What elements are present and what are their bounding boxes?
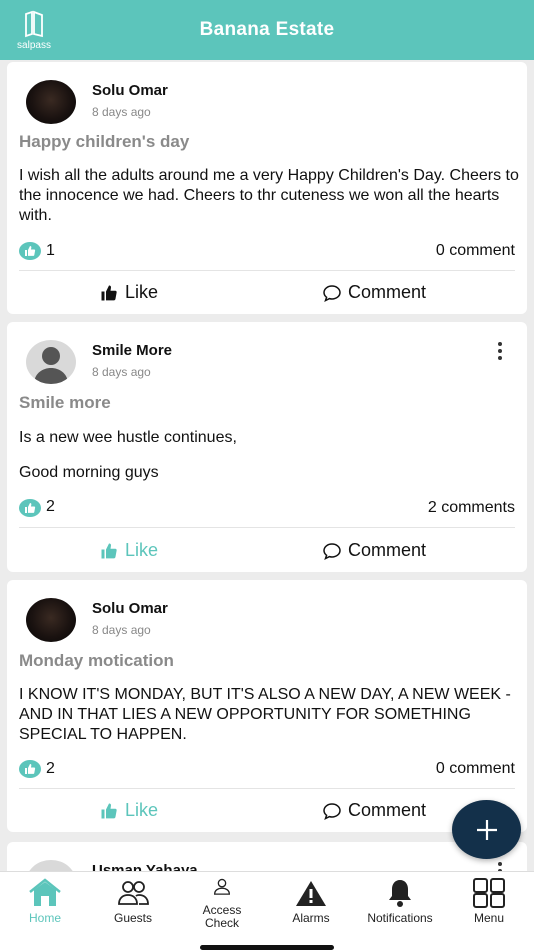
post-author[interactable]: Solu Omar [92, 82, 168, 99]
thumbs-up-icon [101, 285, 117, 300]
post-body: Is a new wee hustle continues, [19, 429, 237, 446]
post-author[interactable]: Usman Yahaya [92, 862, 198, 871]
like-label: Like [125, 800, 159, 820]
avatar[interactable] [26, 340, 76, 384]
post-card: Solu Omar 8 days ago Monday motication I… [7, 580, 527, 832]
tab-guests[interactable]: Guests [93, 878, 173, 925]
more-options-icon[interactable] [497, 342, 503, 360]
alarm-icon [296, 881, 326, 906]
post-title: Monday motication [19, 651, 174, 670]
post-author[interactable]: Smile More [92, 342, 172, 359]
bell-icon [389, 880, 411, 907]
divider [19, 527, 515, 528]
post-title: Smile more [19, 393, 111, 412]
menu-grid-icon [473, 878, 505, 908]
bottom-tab-bar: Home Guests Access Check Alarms Notifica… [0, 871, 534, 950]
post-author[interactable]: Solu Omar [92, 600, 168, 617]
comment-count[interactable]: 2 comments [428, 499, 515, 517]
tab-label: Access Check [202, 903, 242, 930]
more-options-icon[interactable] [497, 862, 503, 871]
comment-label: Comment [348, 282, 427, 302]
tab-label: Home [28, 911, 61, 925]
post-feed[interactable]: Solu Omar 8 days ago Happy children's da… [0, 60, 534, 871]
add-post-button[interactable] [452, 800, 521, 859]
post-card: Solu Omar 8 days ago Happy children's da… [7, 62, 527, 314]
post-time: 8 days ago [92, 623, 151, 637]
comment-bubble-icon [323, 284, 341, 302]
comment-button[interactable]: Comment [322, 282, 426, 303]
comment-label: Comment [348, 800, 427, 820]
comment-bubble-icon [323, 542, 341, 560]
post-card: Smile More 8 days ago Smile more Is a ne… [7, 322, 527, 572]
post-time: 8 days ago [92, 105, 151, 119]
like-label: Like [125, 282, 159, 302]
tab-menu[interactable]: Menu [449, 878, 529, 925]
like-count-icon [19, 760, 41, 778]
thumbs-up-icon [101, 803, 117, 818]
home-icon [29, 878, 61, 906]
avatar[interactable] [26, 80, 76, 124]
post-title: Happy children's day [19, 132, 190, 151]
tab-notifications[interactable]: Notifications [360, 878, 440, 925]
like-count-icon [19, 242, 41, 260]
comment-label: Comment [348, 540, 427, 560]
avatar[interactable] [26, 860, 76, 871]
tab-label: Alarms [292, 911, 330, 925]
map-icon [25, 10, 43, 38]
tab-home[interactable]: Home [5, 878, 85, 925]
post-time: 8 days ago [92, 365, 151, 379]
post-body: I KNOW IT'S MONDAY, BUT IT'S ALSO A NEW … [19, 686, 511, 743]
like-count: 1 [46, 242, 55, 259]
comment-bubble-icon [323, 802, 341, 820]
tab-label: Menu [473, 911, 505, 925]
tab-label: Notifications [367, 911, 433, 925]
plus-icon [476, 819, 497, 840]
guests-icon [118, 881, 149, 905]
access-check-icon [214, 878, 230, 895]
tab-label: Guests [113, 911, 152, 925]
like-count-icon [19, 499, 41, 517]
tab-alarms[interactable]: Alarms [271, 878, 351, 925]
post-body: I wish all the adults around me a very H… [19, 167, 519, 224]
post-card: Usman Yahaya [7, 842, 527, 871]
like-label: Like [125, 540, 159, 560]
comment-count[interactable]: 0 comment [436, 760, 515, 778]
salpass-logo[interactable]: salpass [12, 10, 56, 54]
like-count: 2 [46, 498, 55, 515]
page-title: Banana Estate [199, 19, 335, 40]
like-button[interactable]: Like [99, 282, 158, 303]
home-indicator [200, 945, 334, 950]
avatar[interactable] [26, 598, 76, 642]
like-button[interactable]: Like [99, 800, 158, 821]
divider [19, 270, 515, 271]
divider [19, 788, 515, 789]
post-body: Good morning guys [19, 464, 159, 481]
like-count: 2 [46, 760, 55, 777]
logo-text: salpass [17, 40, 51, 51]
comment-count[interactable]: 0 comment [436, 242, 515, 260]
tab-access-check[interactable]: Access Check [182, 878, 262, 930]
comment-button[interactable]: Comment [322, 540, 426, 561]
comment-button[interactable]: Comment [322, 800, 426, 821]
default-user-icon [34, 347, 68, 384]
like-button[interactable]: Like [99, 540, 158, 561]
app-header: salpass Banana Estate [0, 0, 534, 60]
thumbs-up-icon [101, 543, 117, 558]
